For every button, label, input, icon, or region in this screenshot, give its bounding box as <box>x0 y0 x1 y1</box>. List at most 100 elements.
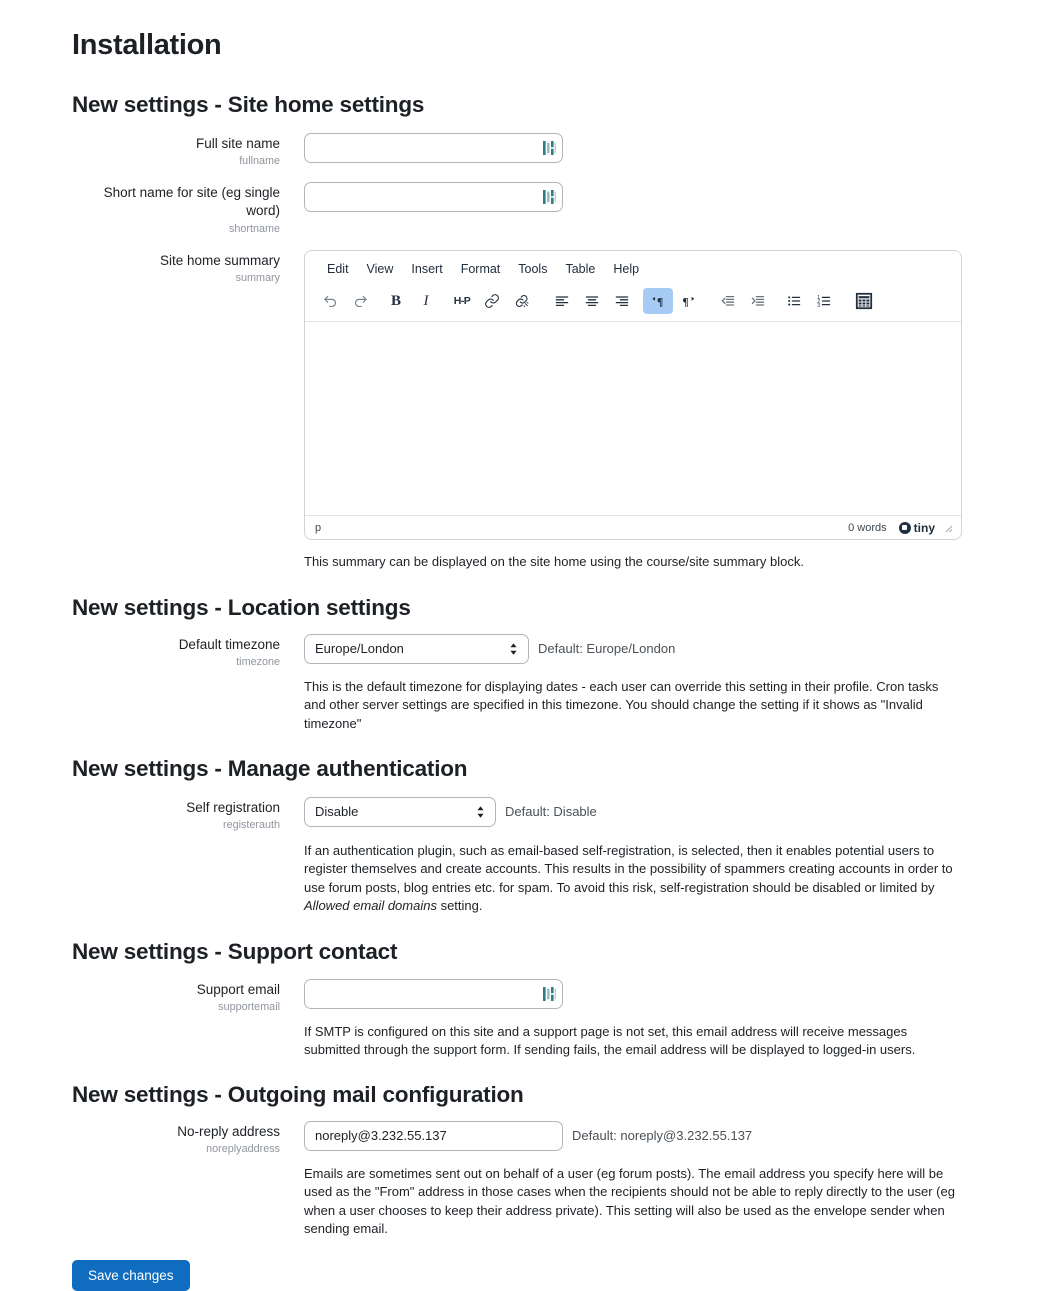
align-left-icon[interactable] <box>547 288 577 314</box>
field-label-text: No-reply address <box>177 1123 280 1139</box>
editor-toolbar: B I H-P ¶ ¶ 1 2 3 <box>305 284 961 323</box>
form-row-summary: Site home summary summary Edit View Inse… <box>72 249 980 572</box>
field-label-noreplyaddress: No-reply address noreplyaddress <box>72 1121 304 1157</box>
menu-item-edit[interactable]: Edit <box>319 258 357 282</box>
autofill-icon[interactable] <box>543 140 556 155</box>
field-control-summary: Edit View Insert Format Tools Table Help <box>304 249 980 572</box>
help-text-registerauth: If an authentication plugin, such as ema… <box>304 842 961 916</box>
help-text-summary: This summary can be displayed on the sit… <box>304 554 805 570</box>
table-icon[interactable] <box>849 288 879 314</box>
h5p-icon[interactable]: H-P <box>447 288 477 314</box>
field-control-registerauth: Disable Default: Disable If an authentic… <box>304 796 980 916</box>
tinymce-logo[interactable]: tiny <box>898 520 935 535</box>
unlink-icon[interactable] <box>507 288 537 314</box>
help-text-emphasis: Allowed email domains <box>304 898 437 914</box>
tinymce-mark-icon <box>898 521 911 534</box>
field-label-timezone: Default timezone timezone <box>72 634 304 670</box>
field-label-text: Self registration <box>186 799 280 815</box>
align-center-icon[interactable] <box>577 288 607 314</box>
noreply-address-input[interactable] <box>304 1120 563 1151</box>
save-changes-button[interactable]: Save changes <box>72 1259 190 1291</box>
indent-icon[interactable] <box>743 288 773 314</box>
field-label-registerauth: Self registration registerauth <box>72 797 304 833</box>
help-text-timezone: This is the default timezone for display… <box>304 678 939 731</box>
field-label-text: Full site name <box>195 135 280 151</box>
numbered-list-icon[interactable]: 1 2 3 <box>809 288 839 314</box>
section-heading-site-home: New settings - Site home settings <box>72 91 425 117</box>
tinymce-editor[interactable]: Edit View Insert Format Tools Table Help <box>304 249 962 541</box>
field-control-timezone: Europe/London Default: Europe/London Thi… <box>304 633 980 734</box>
undo-icon[interactable] <box>315 288 345 314</box>
field-key-text: summary <box>235 272 280 285</box>
field-key-text: shortname <box>228 222 280 235</box>
fullname-input-wrap <box>304 132 563 163</box>
field-key-text: noreplyaddress <box>206 1143 280 1156</box>
autofill-icon[interactable] <box>543 190 556 205</box>
field-label-text: Default timezone <box>178 636 280 652</box>
form-row-registerauth: Self registration registerauth Disable D… <box>72 796 980 916</box>
section-heading-auth: New settings - Manage authentication <box>72 756 468 782</box>
outdent-icon[interactable] <box>713 288 743 314</box>
menu-item-help[interactable]: Help <box>605 258 647 282</box>
field-label-text: Site home summary <box>159 252 280 268</box>
form-row-shortname: Short name for site (eg single word) sho… <box>72 182 980 237</box>
field-control-supportemail: If SMTP is configured on this site and a… <box>304 978 980 1060</box>
editor-resize-handle[interactable] <box>943 523 953 533</box>
italic-icon[interactable]: I <box>411 288 441 314</box>
redo-icon[interactable] <box>345 288 375 314</box>
ltr-icon[interactable]: ¶ <box>643 288 673 315</box>
form-row-fullname: Full site name fullname <box>72 132 980 169</box>
page-title: Installation <box>72 29 222 61</box>
form-actions: Save changes <box>72 1259 980 1291</box>
autofill-icon[interactable] <box>543 986 556 1001</box>
menu-item-insert[interactable]: Insert <box>403 258 450 282</box>
supportemail-input-wrap <box>304 978 563 1009</box>
field-key-text: timezone <box>236 656 280 669</box>
svg-text:¶: ¶ <box>656 296 662 309</box>
registerauth-select-wrap: Disable <box>304 796 496 827</box>
section-heading-outgoing-mail: New settings - Outgoing mail configurati… <box>72 1081 524 1107</box>
help-text-supportemail: If SMTP is configured on this site and a… <box>304 1023 916 1058</box>
editor-content-area[interactable] <box>305 322 961 516</box>
support-email-input[interactable] <box>304 978 563 1009</box>
field-label-fullname: Full site name fullname <box>72 133 304 169</box>
field-label-text: Short name for site (eg single word) <box>103 185 280 219</box>
installation-page: Installation New settings - Site home se… <box>0 0 1052 1291</box>
editor-menubar: Edit View Insert Format Tools Table Help <box>305 250 961 285</box>
fullname-input[interactable] <box>304 132 563 163</box>
link-icon[interactable] <box>477 288 507 314</box>
field-key-text: registerauth <box>222 818 280 831</box>
field-control-noreplyaddress: Default: noreply@3.232.55.137 Emails are… <box>304 1120 980 1239</box>
section-heading-location: New settings - Location settings <box>72 594 411 620</box>
timezone-default-note: Default: Europe/London <box>538 641 676 657</box>
tinymce-logo-text: tiny <box>913 520 935 535</box>
noreplyaddress-default-note: Default: noreply@3.232.55.137 <box>572 1128 753 1144</box>
timezone-select-wrap: Europe/London <box>304 633 529 664</box>
rtl-icon[interactable]: ¶ <box>673 288 703 314</box>
field-control-shortname <box>304 182 980 213</box>
help-text-part-b: setting. <box>436 898 483 914</box>
help-text-part-a: If an authentication plugin, such as ema… <box>304 842 953 895</box>
field-label-summary: Site home summary summary <box>72 250 304 286</box>
align-right-icon[interactable] <box>607 288 637 314</box>
shortname-input[interactable] <box>304 182 563 213</box>
form-row-timezone: Default timezone timezone Europe/London … <box>72 633 980 734</box>
svg-text:¶: ¶ <box>682 296 688 309</box>
menu-item-tools[interactable]: Tools <box>510 258 555 282</box>
menu-item-view[interactable]: View <box>359 258 402 282</box>
bullet-list-icon[interactable] <box>779 288 809 314</box>
menu-item-table[interactable]: Table <box>557 258 603 282</box>
timezone-select[interactable]: Europe/London <box>304 633 529 664</box>
shortname-input-wrap <box>304 182 563 213</box>
bold-icon[interactable]: B <box>381 288 411 314</box>
field-control-fullname <box>304 132 980 163</box>
section-heading-support: New settings - Support contact <box>72 938 398 964</box>
self-registration-select[interactable]: Disable <box>304 796 496 827</box>
field-label-text: Support email <box>196 981 280 997</box>
registerauth-default-note: Default: Disable <box>505 804 597 820</box>
editor-element-path[interactable]: p <box>315 522 848 534</box>
field-label-supportemail: Support email supportemail <box>72 979 304 1015</box>
field-key-text: fullname <box>239 155 280 168</box>
menu-item-format[interactable]: Format <box>453 258 509 282</box>
editor-word-count: 0 words <box>848 521 887 534</box>
